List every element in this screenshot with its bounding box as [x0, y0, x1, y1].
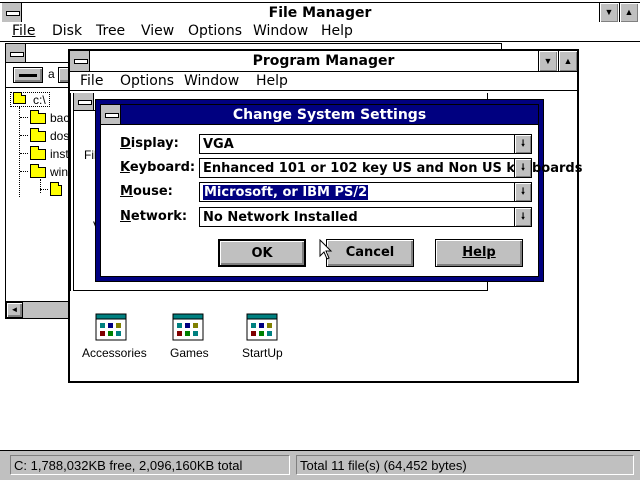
fm-menu-file[interactable]: File: [12, 23, 35, 39]
mouse-select[interactable]: Microsoft, or IBM PS/2 🠗: [199, 182, 532, 202]
dialog-title: Change System Settings: [232, 107, 427, 123]
folder-icon: [50, 182, 62, 196]
group-label-accessories: Accessories: [82, 346, 147, 360]
mouse-pointer-icon: [319, 239, 333, 260]
directory-system-menu-icon[interactable]: [6, 44, 26, 62]
tree-pane[interactable]: c:\ back dos insta wind: [6, 89, 75, 301]
fm-menu-options-label: Options: [188, 23, 243, 39]
group-icon-games[interactable]: Games: [164, 313, 214, 363]
pm-menu-file[interactable]: File: [80, 73, 103, 89]
display-value: VGA: [203, 137, 234, 152]
drive-a-icon[interactable]: [13, 67, 43, 83]
folder-icon: [30, 128, 46, 142]
pm-maximize-icon[interactable]: ▲: [558, 51, 577, 71]
tree-root-label: c:\: [33, 93, 46, 107]
pm-menu-window[interactable]: Window: [184, 73, 239, 89]
pm-title: Program Manager: [252, 53, 395, 69]
program-group-icon: [172, 313, 204, 341]
scroll-left-icon[interactable]: ◄: [6, 302, 23, 318]
program-group-icon: [246, 313, 278, 341]
group-label-games: Games: [170, 346, 209, 360]
pm-menubar: File Options Window Help: [70, 72, 577, 91]
cancel-button[interactable]: Cancel: [326, 239, 414, 267]
tree-line: [40, 179, 41, 193]
keyboard-select[interactable]: Enhanced 101 or 102 key US and Non US ke…: [199, 158, 582, 178]
fm-menu-window-label: Window: [253, 23, 309, 39]
pm-minimize-icon[interactable]: ▼: [538, 51, 557, 71]
open-folder-icon: [13, 92, 26, 104]
file-manager-title: File Manager: [268, 5, 372, 21]
pm-menu-options-label: Options: [120, 73, 175, 89]
dropdown-arrow-icon[interactable]: 🠗: [514, 183, 531, 201]
pm-menu-help[interactable]: Help: [256, 73, 288, 89]
tree-line: [19, 107, 20, 197]
horizontal-scrollbar[interactable]: ◄: [6, 301, 70, 318]
file-manager-menubar: File Disk Tree View Options Window Help: [0, 22, 640, 42]
network-select[interactable]: No Network Installed 🠗: [199, 207, 532, 227]
dropdown-arrow-icon[interactable]: 🠗: [514, 159, 531, 177]
display-label: Display:: [120, 136, 179, 151]
file-manager-titlebar[interactable]: File Manager ▼ ▲: [0, 2, 640, 23]
mouse-label: Mouse:: [120, 184, 173, 199]
help-button[interactable]: Help: [435, 239, 523, 267]
status-total-files: Total 11 file(s) (64,452 bytes): [296, 455, 634, 475]
fm-menu-view-label: View: [141, 23, 175, 39]
folder-icon: [30, 146, 46, 160]
pm-menu-window-label: Window: [184, 73, 240, 89]
fm-menu-options[interactable]: Options: [188, 23, 242, 39]
pm-workspace: [70, 291, 577, 381]
cancel-button-label: Cancel: [345, 245, 395, 260]
dialog-titlebar[interactable]: Change System Settings: [101, 105, 538, 125]
fm-menu-tree[interactable]: Tree: [96, 23, 125, 39]
dropdown-arrow-icon[interactable]: 🠗: [514, 135, 531, 153]
pm-menu-file-label: File: [80, 73, 104, 89]
group-label-startup: StartUp: [242, 346, 283, 360]
drive-a-label: a: [48, 67, 55, 81]
fm-menu-disk[interactable]: Disk: [52, 23, 82, 39]
ok-button[interactable]: OK: [218, 239, 306, 267]
maximize-icon[interactable]: ▲: [619, 3, 638, 22]
fm-menu-disk-label: Disk: [52, 23, 83, 39]
program-group-icon: [95, 313, 127, 341]
status-free-space: C: 1,788,032KB free, 2,096,160KB total: [10, 455, 290, 475]
tree-root[interactable]: c:\: [10, 92, 50, 107]
mouse-value: Microsoft, or IBM PS/2: [201, 184, 370, 201]
fm-menu-view[interactable]: View: [141, 23, 174, 39]
pm-menu-help-label: Help: [256, 73, 288, 89]
program-manager-titlebar[interactable]: Program Manager ▼ ▲: [70, 51, 577, 72]
keyboard-label: Keyboard:: [120, 160, 196, 175]
display-select[interactable]: VGA 🠗: [199, 134, 532, 154]
folder-icon: [30, 110, 46, 124]
fm-menu-help-label: Help: [321, 23, 353, 39]
fm-menu-tree-label: Tree: [96, 23, 126, 39]
fm-menu-window[interactable]: Window: [253, 23, 308, 39]
dialog-system-menu-icon[interactable]: [101, 105, 121, 124]
fm-menu-file-label: File: [12, 23, 36, 39]
dropdown-arrow-icon[interactable]: 🠗: [514, 208, 531, 226]
help-button-label: Help: [462, 245, 496, 260]
group-icon-accessories[interactable]: Accessories: [82, 313, 147, 363]
folder-icon: [30, 164, 46, 178]
network-value: No Network Installed: [203, 210, 358, 225]
minimize-icon[interactable]: ▼: [599, 3, 618, 22]
network-label: Network:: [120, 209, 188, 224]
group-icon-startup[interactable]: StartUp: [236, 313, 290, 363]
pm-menu-options[interactable]: Options: [120, 73, 174, 89]
fm-menu-help[interactable]: Help: [321, 23, 353, 39]
tree-item-label: dos: [50, 129, 70, 143]
